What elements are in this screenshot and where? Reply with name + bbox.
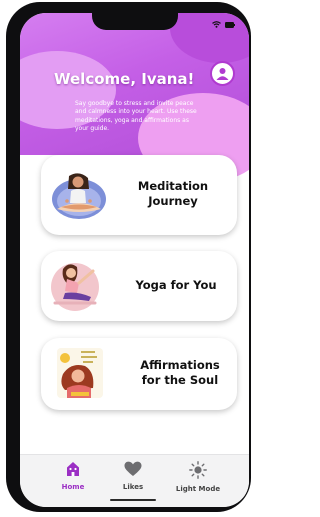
- status-bar: [212, 21, 235, 28]
- sun-icon: [189, 461, 207, 479]
- nav-likes[interactable]: Likes: [103, 461, 163, 491]
- phone-frame: Welcome, Ivana! Say goodbye to stress an…: [6, 2, 251, 512]
- nav-label-home: Home: [61, 483, 85, 491]
- profile-button[interactable]: [210, 61, 235, 86]
- home-icon: [67, 462, 79, 476]
- nav-label-light-mode: Light Mode: [175, 485, 221, 493]
- affirmations-illustration: [57, 348, 103, 398]
- card-label: Meditation Journey: [137, 179, 209, 208]
- card-affirmations-for-the-soul[interactable]: Affirmations for the Soul: [41, 338, 237, 410]
- nav-home[interactable]: Home: [43, 461, 103, 491]
- notch: [92, 13, 178, 30]
- page-title: Welcome, Ivana!: [54, 70, 195, 88]
- card-label: Yoga for You: [135, 278, 217, 292]
- home-indicator: [110, 499, 156, 501]
- intro-text: Say goodbye to stress and invite peace a…: [75, 100, 197, 132]
- heart-icon: [124, 461, 142, 476]
- meditation-illustration: [52, 173, 106, 219]
- app-screen: Welcome, Ivana! Say goodbye to stress an…: [20, 13, 249, 507]
- yoga-illustration: [51, 263, 99, 311]
- card-label: Affirmations for the Soul: [140, 358, 220, 387]
- nav-label-likes: Likes: [122, 483, 144, 491]
- nav-light-mode[interactable]: Light Mode: [168, 461, 228, 493]
- battery-icon: [225, 21, 235, 28]
- user-icon: [216, 68, 229, 80]
- wifi-icon: [212, 21, 221, 28]
- card-meditation-journey[interactable]: Meditation Journey: [41, 155, 237, 235]
- welcome-header: Welcome, Ivana! Say goodbye to stress an…: [20, 13, 249, 183]
- card-yoga-for-you[interactable]: Yoga for You: [41, 251, 237, 321]
